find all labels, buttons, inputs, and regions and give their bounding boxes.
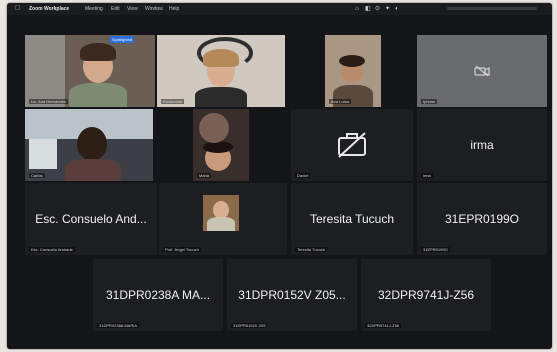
menu-item-help[interactable]: Help: [169, 3, 179, 15]
video-tile[interactable]: Carlos: [25, 109, 153, 181]
video-tile[interactable]: 31EPR0199O 31EPR0199O: [417, 183, 547, 255]
video-tile[interactable]: Daniel: [291, 109, 413, 181]
participant-name: Prof. Ángel Tucuch: [163, 247, 201, 252]
participant-name: 31DPR0152V Z05: [231, 323, 268, 328]
participant-name: Esmeralda: [161, 99, 185, 104]
participant-hair: [203, 49, 239, 67]
apple-menu-icon[interactable]: : [15, 3, 20, 15]
participant-name: 32DPR9741J-Z56: [365, 323, 402, 328]
participant-label: Esc. Consuelo And...: [35, 212, 147, 226]
video-tile[interactable]: 31DPR0238A MA... 31DPR0238A MARIA: [93, 259, 223, 331]
camera-off-icon: [474, 65, 490, 77]
camera-off-icon: [338, 132, 366, 158]
video-tile[interactable]: 31DPR0152V Z05... 31DPR0152V Z05: [227, 259, 357, 331]
video-tile[interactable]: Spotlighted Lic. Ana Hernández: [25, 35, 155, 107]
video-tile[interactable]: 32DPR9741J-Z56 32DPR9741J-Z56: [361, 259, 491, 331]
video-tile[interactable]: Maria: [193, 109, 249, 181]
video-tile[interactable]: Iphone: [417, 35, 547, 107]
participant-hair: [203, 141, 233, 153]
participant-label: 31EPR0199O: [444, 212, 520, 226]
participant-body: [207, 217, 235, 231]
participant-body: [65, 159, 121, 181]
participant-name: 31DPR0238A MARIA: [97, 323, 140, 328]
menu-bar:  Zoom Workplace Meeting Edit View Windo…: [7, 3, 552, 15]
participant-body: [69, 83, 127, 107]
menu-item-view[interactable]: View: [127, 3, 138, 15]
participant-label: 32DPR9741J-Z56: [377, 288, 475, 302]
participant-label: 31DPR0238A MA...: [105, 288, 211, 302]
spotlight-badge: Spotlighted: [110, 36, 135, 43]
participant-name: Carlos: [29, 173, 45, 178]
participant-name: Iphone: [421, 99, 438, 104]
monitor-screen:  Zoom Workplace Meeting Edit View Windo…: [7, 3, 552, 349]
menu-item-window[interactable]: Window: [145, 3, 163, 15]
participant-label: Teresita Tucuch: [309, 212, 395, 226]
participant-name: Lic. Ana Hernández: [29, 99, 68, 104]
second-person: [199, 113, 229, 143]
video-tile[interactable]: Ana Luisa: [325, 35, 381, 107]
participant-hair: [80, 43, 116, 61]
participant-name: Ana Luisa: [329, 99, 351, 104]
video-tile[interactable]: irma irma: [417, 109, 547, 181]
video-tile[interactable]: Esmeralda: [157, 35, 285, 107]
participant-name: Esc. Consuelo Andrade: [29, 247, 75, 252]
participant-name: Teresita Tucuch: [295, 247, 328, 252]
menu-item-edit[interactable]: Edit: [111, 3, 120, 15]
video-tile[interactable]: Prof. Ángel Tucuch: [159, 183, 287, 255]
display-icon[interactable]: ◐: [395, 3, 399, 15]
video-tile[interactable]: Esc. Consuelo And... Esc. Consuelo Andra…: [25, 183, 157, 255]
home-icon[interactable]: ⌂: [355, 3, 359, 15]
participant-label: irma: [470, 138, 494, 152]
background-object: [29, 139, 57, 169]
participant-name: Daniel: [295, 173, 311, 178]
app-name[interactable]: Zoom Workplace: [29, 3, 69, 15]
participant-hair: [339, 55, 365, 67]
window-icon[interactable]: ◧: [365, 3, 371, 15]
video-tile[interactable]: Teresita Tucuch Teresita Tucuch: [291, 183, 413, 255]
participant-name: 31EPR0199O: [421, 247, 450, 252]
video-gallery: Spotlighted Lic. Ana Hernández Esmeralda…: [7, 15, 552, 349]
participant-body: [195, 87, 247, 107]
record-icon[interactable]: ⊙: [375, 3, 380, 15]
menu-item-meeting[interactable]: Meeting: [85, 3, 103, 15]
participant-label: 31DPR0152V Z05...: [238, 288, 346, 302]
control-center-icon[interactable]: ✦: [385, 3, 390, 15]
participant-name: Maria: [197, 173, 212, 178]
participant-name: irma: [421, 173, 433, 178]
status-area: [447, 7, 537, 10]
participant-face: [77, 127, 107, 161]
background-wall: [25, 35, 65, 107]
